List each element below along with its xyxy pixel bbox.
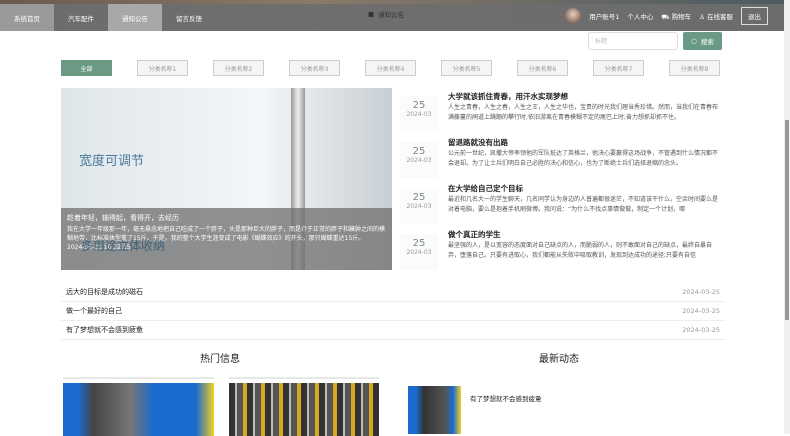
search-button-label: 搜索 — [700, 38, 714, 46]
news-day: 25 — [412, 238, 426, 249]
news-date: 25 2024-03 — [400, 188, 438, 224]
news-desc: 公元前一世纪，凯撒大帝率领他的军队抵达了英格兰，他决心要赢得这场战争，不管遇到什… — [448, 150, 719, 167]
news-desc: 最近和几名大一的学生聊天，几名同学认为身边的人普遍都很迷茫，不知道该干什么，空余… — [448, 196, 719, 213]
category-all[interactable]: 全部 — [61, 60, 112, 76]
nav-home[interactable]: 系统首页 — [0, 4, 54, 31]
carousel-image-text-2: 多用途立体收纳 — [81, 239, 166, 253]
scrollbar[interactable] — [784, 0, 790, 434]
news-title[interactable]: 在大学给自己定个目标 — [448, 183, 523, 194]
news-month: 2024-03 — [406, 203, 432, 210]
news-title[interactable]: 做个真正的学生 — [448, 229, 501, 240]
carousel[interactable]: 宽度可调节 趁着年轻，输得起，看得开，去经历 我在大学一年级那一年，毫无悬念地把… — [61, 88, 392, 270]
news-item[interactable]: 25 2024-03 做个真正的学生最坚强的人，是以宽容的态度面对自己缺点的人，而脆… — [400, 229, 725, 275]
news-month: 2024-03 — [406, 249, 432, 256]
search-icon: ○ — [691, 37, 697, 45]
notice-text: 通知公告 — [378, 11, 405, 19]
news-date: 25 2024-03 — [400, 96, 438, 132]
hot-section-title: 热门信息 — [200, 354, 240, 365]
news-day: 25 — [412, 146, 426, 157]
notice-marquee[interactable]: ■ 通知公告 — [368, 9, 404, 19]
hot-item[interactable] — [229, 377, 379, 436]
list-item[interactable]: 远大的目标是成功的磁石 2024-03-25 — [61, 283, 725, 302]
user-bar: 用户账号1 个人中心 ⛟ 购物车 ♙ 在线客服 退出 — [565, 7, 768, 25]
news-date: 25 2024-03 — [400, 234, 438, 270]
scrollbar-thumb[interactable] — [785, 120, 789, 320]
search-input[interactable]: 标题 — [588, 32, 678, 50]
nav-notice[interactable]: 通知公告 — [108, 4, 162, 31]
news-title[interactable]: 大学就该抓住青春，用汗水实现梦想 — [448, 91, 568, 102]
category-3[interactable]: 分类名称3 — [289, 60, 340, 76]
user-account[interactable]: 用户账号1 — [589, 11, 619, 21]
logout-button[interactable]: 退出 — [741, 7, 768, 25]
cart-link[interactable]: ⛟ 购物车 — [661, 11, 691, 22]
service-label: 在线客服 — [707, 13, 733, 21]
category-7[interactable]: 分类名称7 — [593, 60, 644, 76]
news-item[interactable]: 25 2024-03 留退路就没有出路公元前一世纪，凯撒大帝率领他的军队抵达了英格兰… — [400, 137, 725, 183]
news-date: 25 2024-03 — [400, 142, 438, 178]
category-4[interactable]: 分类名称4 — [365, 60, 416, 76]
news-item[interactable]: 25 2024-03 在大学给自己定个目标最近和几名大一的学生聊天，几名同学认为身边… — [400, 183, 725, 229]
list-item-title[interactable]: 做一个最好的自己 — [66, 306, 122, 316]
bell-icon: ■ — [368, 10, 375, 18]
hot-item[interactable] — [63, 377, 214, 436]
news-day: 25 — [412, 192, 426, 203]
user-icon: ♙ — [699, 13, 707, 21]
category-2[interactable]: 分类名称2 — [213, 60, 264, 76]
carousel-image-text: 宽度可调节 — [79, 154, 145, 169]
avatar[interactable] — [565, 8, 582, 24]
main-nav: 系统首页 汽车配件 通知公告 留言反馈 — [0, 4, 216, 31]
header: 系统首页 汽车配件 通知公告 留言反馈 ■ 通知公告 用户账号1 个人中心 ⛟ 购… — [0, 0, 790, 31]
list-item[interactable]: 有了梦想就不会感到疲惫 2024-03-25 — [61, 321, 725, 340]
list-item-date: 2024-03-25 — [682, 326, 720, 334]
list-item-title[interactable]: 远大的目标是成功的磁石 — [66, 287, 143, 297]
article-list: 远大的目标是成功的磁石 2024-03-25 做一个最好的自己 2024-03-25… — [61, 283, 725, 340]
latest-section-title: 最新动态 — [539, 354, 579, 365]
category-8[interactable]: 分类名称8 — [669, 60, 720, 76]
category-5[interactable]: 分类名称5 — [441, 60, 492, 76]
news-title[interactable]: 留退路就没有出路 — [448, 137, 508, 148]
latest-item-title[interactable]: 有了梦想就不会感到疲惫 — [470, 393, 542, 403]
latest-item-image[interactable] — [408, 386, 461, 434]
news-desc: 最坚强的人，是以宽容的态度面对自己缺点的人，而脆弱的人，则不敢面对自己的缺点，最… — [448, 242, 713, 259]
news-desc: 人生之青春，人生之春，人生之王，人生之华也，宝贵的时光我们理当秀珍惜。然而，当我… — [448, 104, 719, 121]
category-1[interactable]: 分类名称1 — [137, 60, 188, 76]
list-item-date: 2024-03-25 — [682, 307, 720, 315]
hot-item-image[interactable] — [63, 383, 214, 436]
news-item[interactable]: 25 2024-03 大学就该抓住青春，用汗水实现梦想人生之青春，人生之春，人生之王… — [400, 91, 725, 137]
news-list: 25 2024-03 大学就该抓住青春，用汗水实现梦想 人生之青春，人生之春，人生之王… — [400, 91, 725, 275]
nav-parts[interactable]: 汽车配件 — [54, 4, 108, 31]
cart-icon: ⛟ — [661, 12, 672, 21]
cart-label: 购物车 — [671, 12, 692, 21]
service-link[interactable]: ♙ 在线客服 — [699, 11, 733, 21]
list-item-date: 2024-03-25 — [682, 288, 720, 296]
news-month: 2024-03 — [406, 157, 432, 164]
nav-message[interactable]: 留言反馈 — [162, 4, 216, 31]
carousel-caption: 趁着年轻，输得起，看得开，去经历 我在大学一年级那一年，毫无悬念地把自己吃成了一… — [61, 208, 392, 270]
news-month: 2024-03 — [406, 111, 432, 118]
personal-center-link[interactable]: 个人中心 — [627, 11, 653, 21]
news-day: 25 — [412, 100, 426, 111]
search-button[interactable]: ○ 搜索 — [683, 32, 722, 50]
list-item-title[interactable]: 有了梦想就不会感到疲惫 — [66, 325, 143, 335]
list-item[interactable]: 做一个最好的自己 2024-03-25 — [61, 302, 725, 321]
caption-title[interactable]: 趁着年轻，输得起，看得开，去经历 — [67, 214, 386, 223]
category-6[interactable]: 分类名称6 — [517, 60, 568, 76]
hot-item-image[interactable] — [229, 383, 379, 436]
